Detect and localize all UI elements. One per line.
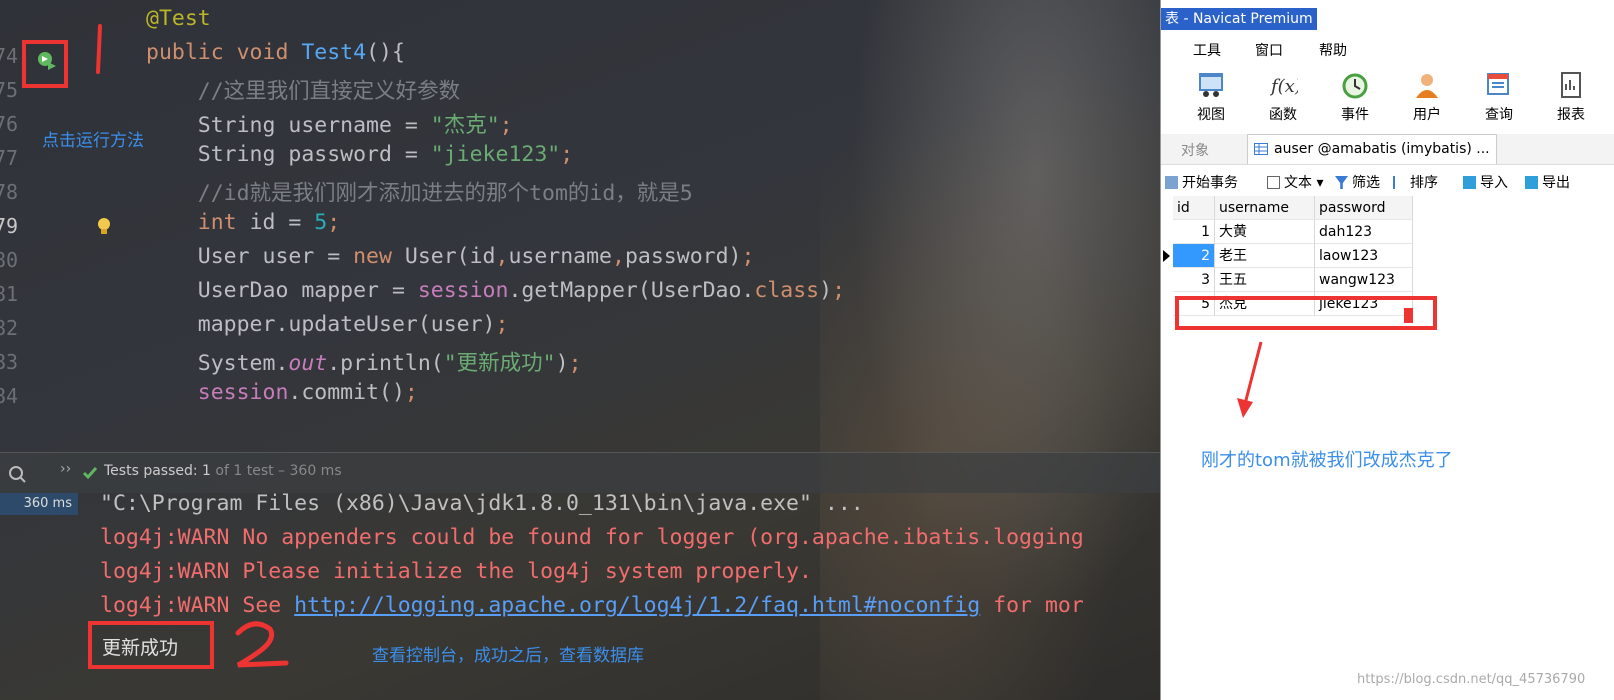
column-header-password[interactable]: password bbox=[1315, 196, 1413, 220]
event-clock-icon bbox=[1342, 73, 1368, 99]
code-line[interactable]: System.out.println("更新成功"); bbox=[146, 346, 582, 377]
console-warn-3: log4j:WARN See http://logging.apache.org… bbox=[100, 593, 1084, 618]
console-warn-1: log4j:WARN No appenders could be found f… bbox=[100, 525, 1084, 550]
menu-window[interactable]: 窗口 bbox=[1255, 40, 1283, 60]
annotation-one-mark bbox=[96, 24, 102, 74]
toolbar-report[interactable]: 报表 bbox=[1543, 70, 1599, 130]
text-doc-icon bbox=[1267, 176, 1280, 189]
run-console[interactable]: 360 ms "C:\Program Files (x86)\Java\jdk1… bbox=[0, 491, 1160, 700]
export-icon bbox=[1525, 176, 1538, 189]
code-line[interactable]: //这里我们直接定义好参数 bbox=[146, 74, 460, 105]
query-icon bbox=[1487, 73, 1509, 95]
tab-table-auser[interactable]: auser @amabatis (imybatis) ... bbox=[1247, 134, 1497, 164]
import-button[interactable]: 导入 bbox=[1463, 172, 1508, 192]
code-line[interactable]: String username = "杰克"; bbox=[146, 108, 513, 139]
console-warn-2: log4j:WARN Please initialize the log4j s… bbox=[100, 559, 812, 584]
line-number: 82 bbox=[0, 316, 19, 340]
run-highlight-box bbox=[22, 40, 68, 88]
ide-window: 74 75 76 77 78 79 80 81 82 83 84 @Test public void … bbox=[0, 0, 1160, 700]
transaction-icon bbox=[1165, 176, 1178, 189]
console-success-text: 更新成功 bbox=[102, 637, 179, 659]
sort-icon bbox=[1393, 176, 1406, 189]
code-line[interactable]: User user = new User(id,username,passwor… bbox=[146, 244, 755, 269]
code-line[interactable]: String password = "jieke123"; bbox=[146, 142, 573, 167]
test-results-bar: ›› Tests passed: 1 of 1 test – 360 ms bbox=[0, 452, 1160, 493]
svg-text:f(x): f(x) bbox=[1269, 76, 1298, 97]
toolbar-view[interactable]: 视图 bbox=[1183, 70, 1239, 130]
tab-objects[interactable]: 对象 bbox=[1181, 140, 1209, 160]
highlight-marker bbox=[1404, 308, 1413, 323]
line-number: 77 bbox=[0, 146, 19, 170]
run-test-icon[interactable] bbox=[36, 50, 58, 72]
cell-id[interactable]: 2 bbox=[1173, 244, 1215, 268]
line-number: 76 bbox=[0, 112, 19, 136]
check-icon bbox=[82, 467, 98, 480]
toolbar-query[interactable]: 查询 bbox=[1471, 70, 1527, 130]
function-icon: f(x) bbox=[1269, 76, 1298, 97]
code-line[interactable]: session.commit(); bbox=[146, 380, 418, 405]
cell-id[interactable]: 3 bbox=[1173, 268, 1215, 292]
view-icon bbox=[1199, 73, 1223, 97]
toolbar-user[interactable]: 用户 bbox=[1399, 70, 1455, 130]
annotation-arrow-icon bbox=[1237, 341, 1263, 418]
menu-tools[interactable]: 工具 bbox=[1193, 40, 1221, 60]
window-title: 表 - Navicat Premium bbox=[1161, 8, 1317, 30]
toolbar-function[interactable]: f(x) 函数 bbox=[1255, 70, 1311, 130]
main-toolbar: 视图 f(x) 函数 事件 用户 查询 报表 bbox=[1161, 70, 1614, 132]
menu-help[interactable]: 帮助 bbox=[1319, 40, 1347, 60]
tab-strip: 对象 auser @amabatis (imybatis) ... bbox=[1161, 134, 1614, 165]
updated-row-highlight-box bbox=[1175, 296, 1437, 330]
code-line[interactable]: UserDao mapper = session.getMapper(UserD… bbox=[146, 278, 845, 303]
console-command: "C:\Program Files (x86)\Java\jdk1.8.0_13… bbox=[100, 491, 864, 516]
import-icon bbox=[1463, 176, 1476, 189]
test-duration: 360 ms bbox=[0, 493, 78, 515]
sort-button[interactable]: 排序 bbox=[1393, 172, 1438, 192]
line-number: 79 bbox=[0, 214, 19, 238]
watermark-text: https://blog.csdn.net/qq_45736790 bbox=[1357, 672, 1586, 687]
line-number: 78 bbox=[0, 180, 19, 204]
current-row-marker-icon bbox=[1163, 250, 1170, 262]
annotation-db-note: 刚才的tom就被我们改成杰克了 bbox=[1201, 450, 1453, 471]
tests-passed-status: Tests passed: 1 of 1 test – 360 ms bbox=[104, 463, 342, 479]
expand-chevron-icon[interactable]: ›› bbox=[60, 461, 71, 477]
cell-username[interactable]: 老王 bbox=[1215, 244, 1315, 268]
cell-password[interactable]: laow123 bbox=[1315, 244, 1413, 268]
text-button[interactable]: 文本 ▾ bbox=[1267, 172, 1323, 192]
code-line[interactable]: int id = 5; bbox=[146, 210, 340, 235]
column-header-id[interactable]: id bbox=[1173, 196, 1215, 220]
line-number: 83 bbox=[0, 350, 19, 374]
cell-id[interactable]: 1 bbox=[1173, 220, 1215, 244]
console-link[interactable]: http://logging.apache.org/log4j/1.2/faq.… bbox=[294, 593, 980, 618]
table-icon bbox=[1254, 143, 1268, 155]
code-line[interactable]: //id就是我们刚才添加进去的那个tom的id，就是5 bbox=[146, 176, 693, 207]
search-history-icon[interactable] bbox=[8, 465, 26, 483]
user-icon bbox=[1416, 74, 1438, 98]
filter-button[interactable]: 筛选 bbox=[1335, 172, 1380, 192]
annotation-console-note: 查看控制台，成功之后，查看数据库 bbox=[372, 646, 644, 666]
cell-password[interactable]: wangw123 bbox=[1315, 268, 1413, 292]
code-line[interactable]: @Test bbox=[146, 6, 211, 31]
cell-username[interactable]: 大黄 bbox=[1215, 220, 1315, 244]
cell-username[interactable]: 王五 bbox=[1215, 268, 1315, 292]
annotation-run-text: 点击运行方法 bbox=[42, 131, 144, 151]
toolbar-event[interactable]: 事件 bbox=[1327, 70, 1383, 130]
code-line[interactable]: mapper.updateUser(user); bbox=[146, 312, 509, 337]
begin-transaction-button[interactable]: 开始事务 bbox=[1165, 172, 1238, 192]
line-number: 84 bbox=[0, 384, 19, 408]
code-line[interactable]: public void Test4(){ bbox=[146, 40, 405, 65]
column-header-username[interactable]: username bbox=[1215, 196, 1315, 220]
report-icon bbox=[1561, 72, 1581, 98]
menu-bar: 工具 窗口 帮助 bbox=[1161, 40, 1614, 64]
line-number: 80 bbox=[0, 248, 19, 272]
line-number: 81 bbox=[0, 282, 19, 306]
cell-password[interactable]: dah123 bbox=[1315, 220, 1413, 244]
table-action-bar: 开始事务 文本 ▾ 筛选 排序 导入 导出 bbox=[1161, 170, 1614, 194]
success-highlight-box: 更新成功 bbox=[88, 621, 214, 669]
export-button[interactable]: 导出 bbox=[1525, 172, 1570, 192]
lightbulb-icon[interactable] bbox=[96, 217, 112, 237]
annotation-two-mark bbox=[235, 621, 289, 668]
code-editor[interactable]: 74 75 76 77 78 79 80 81 82 83 84 @Test public void … bbox=[0, 0, 1160, 425]
navicat-window: 表 - Navicat Premium 工具 窗口 帮助 视图 f(x) 函数 … bbox=[1160, 0, 1614, 700]
filter-icon bbox=[1335, 176, 1348, 189]
